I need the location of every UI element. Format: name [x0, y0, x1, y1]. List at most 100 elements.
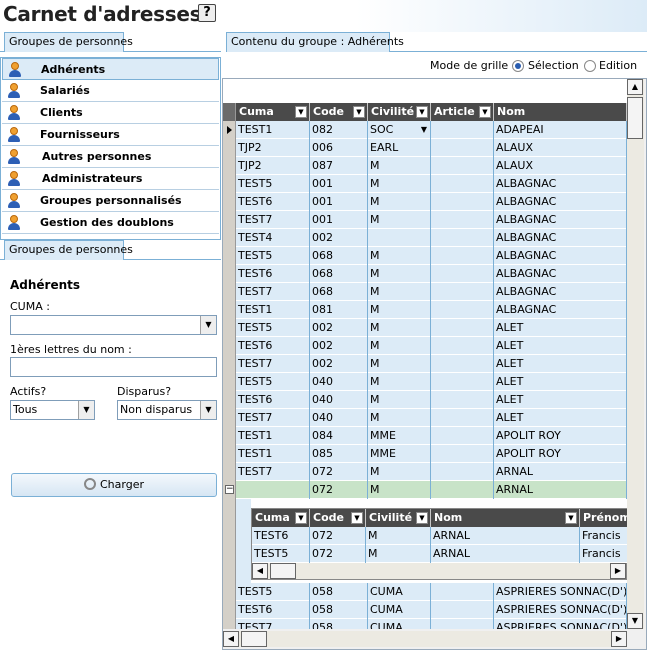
table-cell[interactable]: CUMA: [368, 583, 431, 601]
table-cell[interactable]: M: [368, 211, 431, 229]
scroll-down-icon[interactable]: ▼: [627, 613, 643, 629]
table-row[interactable]: TEST7 068 M ALBAGNAC: [223, 283, 627, 301]
row-selector[interactable]: [223, 391, 236, 409]
row-selector[interactable]: [223, 247, 236, 265]
table-cell[interactable]: Francis: [580, 545, 627, 563]
table-cell[interactable]: 040: [310, 373, 368, 391]
group-item[interactable]: Administrateurs: [2, 168, 219, 190]
table-cell[interactable]: M: [368, 463, 431, 481]
table-cell[interactable]: ALBAGNAC: [494, 301, 627, 319]
table-cell[interactable]: [431, 139, 494, 157]
table-cell[interactable]: TEST6: [236, 193, 310, 211]
subgrid-horizontal-scrollbar[interactable]: ◀ ▶: [252, 563, 626, 579]
table-cell[interactable]: ARNAL: [494, 481, 627, 499]
row-selector[interactable]: [223, 337, 236, 355]
collapse-icon[interactable]: −: [225, 485, 234, 494]
table-cell[interactable]: [431, 601, 494, 619]
table-row[interactable]: TEST7 040 M ALET: [223, 409, 627, 427]
table-row[interactable]: TEST1 085 MME APOLIT ROY: [223, 445, 627, 463]
table-cell[interactable]: 058: [310, 583, 368, 601]
table-cell[interactable]: ALET: [494, 391, 627, 409]
row-selector[interactable]: [223, 193, 236, 211]
table-cell[interactable]: M: [368, 373, 431, 391]
table-cell[interactable]: ALAUX: [494, 157, 627, 175]
table-cell[interactable]: TEST5: [236, 319, 310, 337]
row-selector[interactable]: [223, 175, 236, 193]
table-cell[interactable]: 068: [310, 265, 368, 283]
table-cell[interactable]: ASPRIERES SONNAC(D'): [494, 619, 627, 629]
horizontal-scrollbar[interactable]: ◀ ▶: [223, 631, 627, 647]
group-item[interactable]: Gestion des doublons: [2, 212, 219, 234]
table-cell[interactable]: [368, 229, 431, 247]
table-cell[interactable]: M: [368, 301, 431, 319]
table-row[interactable]: TEST5 058 CUMA ASPRIERES SONNAC(D'): [223, 583, 627, 601]
row-selector[interactable]: [223, 355, 236, 373]
table-cell[interactable]: TEST6: [236, 265, 310, 283]
table-row[interactable]: TEST6 001 M ALBAGNAC: [223, 193, 627, 211]
row-selector[interactable]: [223, 601, 236, 619]
table-cell[interactable]: [431, 157, 494, 175]
row-selector[interactable]: [223, 427, 236, 445]
table-cell[interactable]: M: [368, 265, 431, 283]
table-cell[interactable]: TEST5: [252, 545, 310, 563]
table-cell[interactable]: M: [368, 175, 431, 193]
table-row[interactable]: TEST6 058 CUMA ASPRIERES SONNAC(D'): [223, 601, 627, 619]
table-cell[interactable]: TEST7: [236, 355, 310, 373]
column-filter-dropdown-icon[interactable]: ▼: [295, 512, 307, 524]
table-cell[interactable]: [431, 175, 494, 193]
table-cell[interactable]: TEST4: [236, 229, 310, 247]
column-filter-dropdown-icon[interactable]: ▼: [295, 106, 307, 118]
table-cell[interactable]: 006: [310, 139, 368, 157]
row-selector[interactable]: [223, 463, 236, 481]
help-button[interactable]: ?: [198, 4, 216, 22]
table-cell[interactable]: ALBAGNAC: [494, 175, 627, 193]
table-row[interactable]: TEST6 040 M ALET: [223, 391, 627, 409]
table-cell[interactable]: TEST1: [236, 121, 310, 139]
scroll-right-icon[interactable]: ▶: [610, 563, 626, 579]
table-cell[interactable]: 002: [310, 319, 368, 337]
table-cell[interactable]: [431, 121, 494, 139]
table-cell[interactable]: ALET: [494, 409, 627, 427]
table-cell[interactable]: 002: [310, 229, 368, 247]
column-header[interactable]: Cuma ▼: [236, 103, 310, 121]
table-cell[interactable]: [431, 481, 494, 499]
table-cell[interactable]: TEST1: [236, 427, 310, 445]
actifs-dropdown-icon[interactable]: ▼: [78, 401, 94, 419]
scroll-left-icon[interactable]: ◀: [252, 563, 268, 579]
table-row[interactable]: TEST5 068 M ALBAGNAC: [223, 247, 627, 265]
table-cell[interactable]: TEST7: [236, 211, 310, 229]
row-selector[interactable]: [223, 229, 236, 247]
table-cell[interactable]: M: [368, 355, 431, 373]
table-cell[interactable]: TEST7: [236, 619, 310, 629]
row-selector[interactable]: [223, 583, 236, 601]
row-selector[interactable]: [223, 139, 236, 157]
table-cell[interactable]: 068: [310, 247, 368, 265]
table-cell[interactable]: [431, 247, 494, 265]
column-header[interactable]: Civilité ▼: [368, 103, 431, 121]
table-cell[interactable]: M: [368, 391, 431, 409]
table-cell[interactable]: ALBAGNAC: [494, 247, 627, 265]
table-cell[interactable]: ALAUX: [494, 139, 627, 157]
row-selector[interactable]: [223, 211, 236, 229]
cuma-select[interactable]: ▼: [10, 315, 217, 335]
table-cell[interactable]: M: [368, 157, 431, 175]
table-cell[interactable]: [431, 265, 494, 283]
column-filter-dropdown-icon[interactable]: ▼: [479, 106, 491, 118]
table-cell[interactable]: TEST6: [252, 527, 310, 545]
table-cell[interactable]: ALBAGNAC: [494, 193, 627, 211]
table-cell[interactable]: ALET: [494, 373, 627, 391]
table-cell[interactable]: TEST6: [236, 391, 310, 409]
table-cell[interactable]: M: [368, 481, 431, 499]
table-cell[interactable]: TEST1: [236, 301, 310, 319]
table-cell[interactable]: 058: [310, 601, 368, 619]
subgrid-column-header[interactable]: Code ▼: [310, 509, 366, 527]
table-cell[interactable]: CUMA: [368, 619, 431, 629]
subgrid-row[interactable]: TEST5 072 M ARNAL Francis: [252, 545, 627, 563]
row-selector[interactable]: −: [223, 481, 236, 499]
disparus-select[interactable]: Non disparus ▼: [117, 400, 217, 420]
tab-groupes-personnes[interactable]: Groupes de personnes: [4, 32, 133, 52]
subgrid-column-header[interactable]: Nom ▼: [431, 509, 580, 527]
table-row[interactable]: TEST6 068 M ALBAGNAC: [223, 265, 627, 283]
table-cell[interactable]: TJP2: [236, 139, 310, 157]
table-row[interactable]: TEST5 040 M ALET: [223, 373, 627, 391]
